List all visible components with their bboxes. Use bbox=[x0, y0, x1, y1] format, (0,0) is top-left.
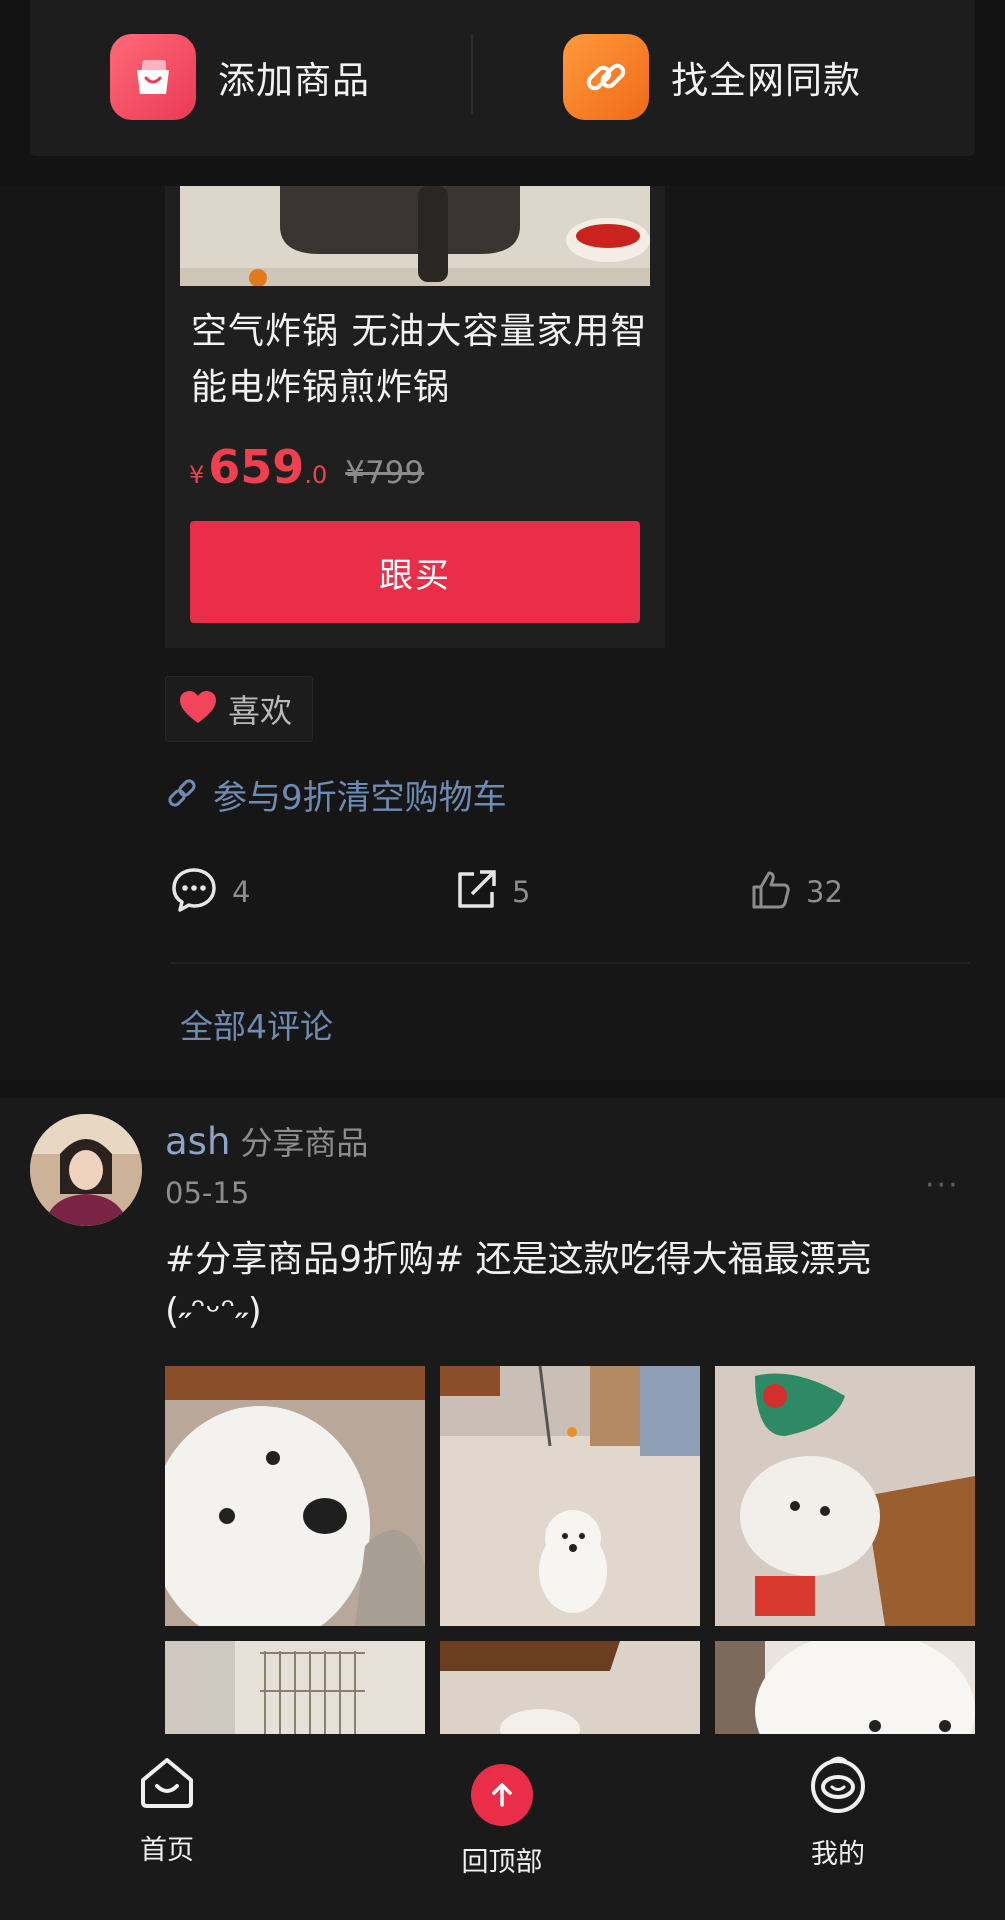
divider bbox=[170, 962, 970, 964]
share-count: 5 bbox=[512, 875, 531, 909]
comment-icon bbox=[170, 866, 218, 918]
promo-link[interactable]: 参与9折清空购物车 bbox=[165, 770, 507, 819]
more-options-icon[interactable]: ··· bbox=[925, 1168, 960, 1203]
post-text[interactable]: #分享商品9折购# 还是这款吃得大福最漂亮(˶ᵔᵕᵔ˶) bbox=[165, 1234, 965, 1338]
heart-icon bbox=[178, 689, 218, 729]
avatar[interactable] bbox=[30, 1114, 142, 1226]
share-icon bbox=[454, 868, 498, 916]
section-gap bbox=[0, 1080, 1005, 1098]
top-divider bbox=[471, 34, 473, 114]
original-price: ¥799 bbox=[345, 455, 425, 491]
nav-home[interactable]: 首页 bbox=[87, 1754, 247, 1867]
nav-home-label: 首页 bbox=[140, 1835, 194, 1866]
add-product-label: 添加商品 bbox=[218, 59, 370, 102]
add-product-button[interactable]: 添加商品 bbox=[110, 34, 370, 120]
nav-mine[interactable]: 我的 bbox=[758, 1754, 918, 1871]
top-action-bar: 添加商品 找全网同款 bbox=[0, 0, 1005, 186]
comment-button[interactable]: 4 bbox=[170, 862, 250, 922]
post-image-dog-with-toys[interactable] bbox=[715, 1366, 975, 1626]
product-title[interactable]: 空气炸锅 无油大容量家用智能电炸锅煎炸锅 bbox=[191, 304, 651, 416]
post-action-label: 分享商品 bbox=[240, 1124, 369, 1162]
promo-link-label: 参与9折清空购物车 bbox=[213, 778, 507, 818]
shopping-bag-icon bbox=[110, 34, 196, 120]
like-chip-label: 喜欢 bbox=[228, 692, 293, 730]
post-image-dog-cage[interactable] bbox=[165, 1641, 425, 1736]
price-row: ¥ 659 .0 ¥799 bbox=[189, 440, 424, 494]
price-decimal: .0 bbox=[304, 461, 328, 489]
post-date: 05-15 bbox=[165, 1176, 250, 1210]
link-icon bbox=[563, 34, 649, 120]
like-chip[interactable]: 喜欢 bbox=[165, 676, 313, 742]
price-currency: ¥ bbox=[189, 461, 205, 489]
nav-back-to-top[interactable]: 回顶部 bbox=[422, 1754, 582, 1879]
post-image-dog-under-table[interactable] bbox=[440, 1641, 700, 1736]
share-button[interactable]: 5 bbox=[454, 862, 530, 922]
post-image-dog-face[interactable] bbox=[715, 1641, 975, 1736]
like-count: 32 bbox=[806, 875, 843, 909]
price-value: 659 bbox=[208, 440, 305, 494]
post-image-dog-on-floor[interactable] bbox=[440, 1366, 700, 1626]
thumbs-up-icon bbox=[750, 869, 792, 915]
page: 添加商品 找全网同款 空气炸锅 无油大容量家用智能电炸锅煎炸锅 ¥ 659 .0… bbox=[0, 0, 1005, 1920]
nav-mine-label: 我的 bbox=[811, 1839, 865, 1870]
comment-count: 4 bbox=[232, 875, 251, 909]
home-icon bbox=[137, 1754, 197, 1814]
all-comments-link[interactable]: 全部4评论 bbox=[180, 1000, 333, 1048]
profile-icon bbox=[806, 1754, 870, 1818]
user-name[interactable]: ash bbox=[165, 1120, 230, 1163]
post-stats: 4 5 32 bbox=[170, 862, 870, 922]
product-card[interactable]: 空气炸锅 无油大容量家用智能电炸锅煎炸锅 ¥ 659 .0 ¥799 跟买 bbox=[165, 186, 665, 648]
find-same-button[interactable]: 找全网同款 bbox=[563, 34, 861, 120]
link-icon bbox=[165, 776, 199, 814]
follow-buy-button[interactable]: 跟买 bbox=[190, 521, 640, 623]
product-image[interactable] bbox=[180, 186, 650, 286]
find-same-label: 找全网同款 bbox=[671, 59, 861, 102]
like-button[interactable]: 32 bbox=[750, 862, 843, 922]
user-line: ash 分享商品 bbox=[165, 1118, 368, 1164]
post-image-dog-closeup[interactable] bbox=[165, 1366, 425, 1626]
arrow-up-icon bbox=[471, 1764, 533, 1826]
bottom-nav: 首页 回顶部 我的 bbox=[0, 1734, 1005, 1920]
nav-back-to-top-label: 回顶部 bbox=[461, 1847, 543, 1878]
